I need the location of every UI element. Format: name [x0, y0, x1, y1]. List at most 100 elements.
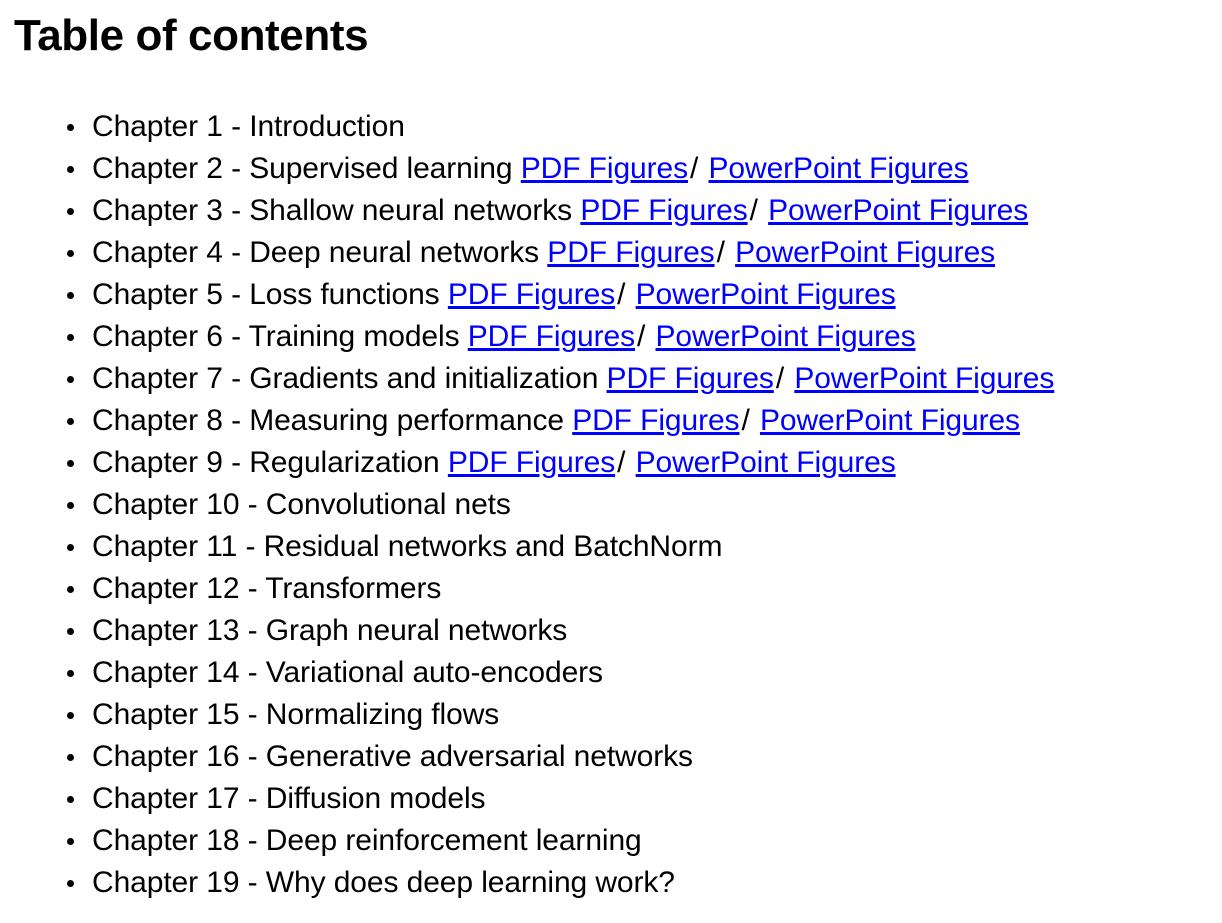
- pdf-figures-link[interactable]: PDF Figures: [448, 446, 615, 479]
- bullet-icon: [67, 669, 74, 677]
- text-spacer: [440, 278, 448, 311]
- powerpoint-figures-link[interactable]: PowerPoint Figures: [709, 152, 969, 185]
- list-item: Chapter 18 - Deep reinforcement learning: [0, 820, 1222, 862]
- chapter-label: Chapter 15 - Normalizing flows: [92, 698, 500, 731]
- list-item: Chapter 12 - Transformers: [0, 568, 1222, 610]
- list-item: Chapter 17 - Diffusion models: [0, 778, 1222, 820]
- powerpoint-figures-link[interactable]: PowerPoint Figures: [768, 194, 1028, 227]
- list-item: Chapter 5 - Loss functions PDF Figures/ …: [0, 274, 1222, 316]
- chapter-label: Chapter 11 - Residual networks and Batch…: [92, 530, 723, 563]
- link-separator: /: [741, 404, 750, 437]
- chapter-label: Chapter 4 - Deep neural networks: [92, 236, 540, 269]
- bullet-icon: [67, 417, 74, 425]
- text-spacer: [760, 194, 768, 227]
- table-of-contents-list: Chapter 1 - Introduction Chapter 2 - Supe…: [0, 106, 1222, 904]
- list-item: Chapter 7 - Gradients and initialization…: [0, 358, 1222, 400]
- bullet-icon: [67, 249, 74, 257]
- bullet-icon: [67, 837, 74, 845]
- chapter-resource-links: PDF Figures/ PowerPoint Figures: [512, 152, 969, 185]
- list-item: Chapter 8 - Measuring performance PDF Fi…: [0, 400, 1222, 442]
- powerpoint-figures-link[interactable]: PowerPoint Figures: [794, 362, 1054, 395]
- pdf-figures-link[interactable]: PDF Figures: [580, 194, 747, 227]
- chapter-resource-links: PDF Figures/ PowerPoint Figures: [440, 278, 896, 311]
- chapter-label: Chapter 14 - Variational auto-encoders: [92, 656, 603, 689]
- chapter-label: Chapter 5 - Loss functions: [92, 278, 440, 311]
- bullet-icon: [67, 753, 74, 761]
- chapter-label: Chapter 3 - Shallow neural networks: [92, 194, 573, 227]
- list-item: Chapter 13 - Graph neural networks: [0, 610, 1222, 652]
- list-item: Chapter 10 - Convolutional nets: [0, 484, 1222, 526]
- chapter-resource-links: PDF Figures/ PowerPoint Figures: [564, 404, 1020, 437]
- list-item: Chapter 6 - Training models PDF Figures/…: [0, 316, 1222, 358]
- chapter-resource-links: PDF Figures/ PowerPoint Figures: [572, 194, 1028, 227]
- list-item: Chapter 3 - Shallow neural networks PDF …: [0, 190, 1222, 232]
- chapter-resource-links: PDF Figures/ PowerPoint Figures: [459, 320, 916, 353]
- link-separator: /: [617, 278, 626, 311]
- bullet-icon: [67, 627, 74, 635]
- chapter-resource-links: PDF Figures/ PowerPoint Figures: [539, 236, 995, 269]
- link-separator: /: [637, 320, 646, 353]
- chapter-label: Chapter 19 - Why does deep learning work…: [92, 866, 675, 899]
- chapter-label: Chapter 7 - Gradients and initialization: [92, 362, 599, 395]
- chapter-label: Chapter 2 - Supervised learning: [92, 152, 513, 185]
- list-item: Chapter 9 - Regularization PDF Figures/ …: [0, 442, 1222, 484]
- list-item: Chapter 19 - Why does deep learning work…: [0, 862, 1222, 904]
- text-spacer: [752, 404, 760, 437]
- bullet-icon: [67, 165, 74, 173]
- text-spacer: [512, 152, 520, 185]
- chapter-label: Chapter 9 - Regularization: [92, 446, 440, 479]
- list-item: Chapter 2 - Supervised learning PDF Figu…: [0, 148, 1222, 190]
- powerpoint-figures-link[interactable]: PowerPoint Figures: [760, 404, 1020, 437]
- bullet-icon: [67, 123, 74, 131]
- chapter-label: Chapter 6 - Training models: [92, 320, 460, 353]
- page-title: Table of contents: [14, 11, 369, 60]
- list-item: Chapter 15 - Normalizing flows: [0, 694, 1222, 736]
- chapter-resource-links: PDF Figures/ PowerPoint Figures: [440, 446, 896, 479]
- bullet-icon: [67, 585, 74, 593]
- chapter-label: Chapter 10 - Convolutional nets: [92, 488, 511, 521]
- pdf-figures-link[interactable]: PDF Figures: [448, 278, 615, 311]
- text-spacer: [459, 320, 467, 353]
- bullet-icon: [67, 711, 74, 719]
- powerpoint-figures-link[interactable]: PowerPoint Figures: [636, 446, 896, 479]
- pdf-figures-link[interactable]: PDF Figures: [607, 362, 774, 395]
- link-separator: /: [716, 236, 725, 269]
- text-spacer: [627, 446, 635, 479]
- bullet-icon: [67, 879, 74, 887]
- document-page: Table of contents Chapter 1 - Introducti…: [0, 0, 1222, 923]
- bullet-icon: [67, 795, 74, 803]
- bullet-icon: [67, 375, 74, 383]
- list-item: Chapter 1 - Introduction: [0, 106, 1222, 148]
- text-spacer: [727, 236, 735, 269]
- bullet-icon: [67, 543, 74, 551]
- link-separator: /: [617, 446, 626, 479]
- text-spacer: [647, 320, 655, 353]
- pdf-figures-link[interactable]: PDF Figures: [572, 404, 739, 437]
- list-item: Chapter 16 - Generative adversarial netw…: [0, 736, 1222, 778]
- link-separator: /: [749, 194, 758, 227]
- text-spacer: [564, 404, 572, 437]
- list-item: Chapter 11 - Residual networks and Batch…: [0, 526, 1222, 568]
- chapter-resource-links: PDF Figures/ PowerPoint Figures: [598, 362, 1055, 395]
- pdf-figures-link[interactable]: PDF Figures: [547, 236, 714, 269]
- bullet-icon: [67, 333, 74, 341]
- chapter-label: Chapter 16 - Generative adversarial netw…: [92, 740, 693, 773]
- text-spacer: [440, 446, 448, 479]
- bullet-icon: [67, 459, 74, 467]
- powerpoint-figures-link[interactable]: PowerPoint Figures: [656, 320, 916, 353]
- list-item: Chapter 4 - Deep neural networks PDF Fig…: [0, 232, 1222, 274]
- text-spacer: [598, 362, 606, 395]
- powerpoint-figures-link[interactable]: PowerPoint Figures: [735, 236, 995, 269]
- pdf-figures-link[interactable]: PDF Figures: [521, 152, 688, 185]
- chapter-label: Chapter 1 - Introduction: [92, 110, 405, 143]
- pdf-figures-link[interactable]: PDF Figures: [468, 320, 635, 353]
- link-separator: /: [775, 362, 785, 395]
- powerpoint-figures-link[interactable]: PowerPoint Figures: [636, 278, 896, 311]
- bullet-icon: [67, 207, 74, 215]
- text-spacer: [627, 278, 635, 311]
- chapter-label: Chapter 8 - Measuring performance: [92, 404, 564, 437]
- chapter-label: Chapter 17 - Diffusion models: [92, 782, 486, 815]
- chapter-label: Chapter 18 - Deep reinforcement learning: [92, 824, 642, 857]
- text-spacer: [700, 152, 708, 185]
- chapter-label: Chapter 12 - Transformers: [92, 572, 442, 605]
